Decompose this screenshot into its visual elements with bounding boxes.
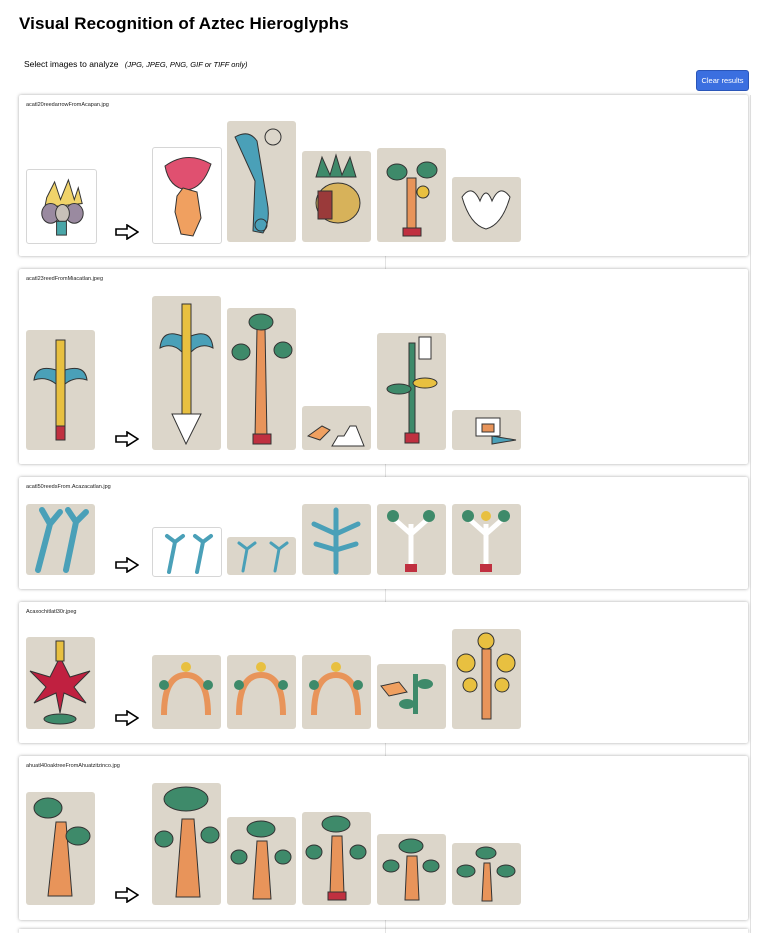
- result-card: Acaxochitlatl30r.jpeg: [19, 602, 748, 743]
- grid-divider: [750, 95, 751, 933]
- arrow-glyph-icon: [234, 128, 282, 234]
- tree-glyph-icon: [33, 797, 91, 897]
- upload-hint: (JPG, JPEG, PNG, GIF or TIFF only): [124, 60, 248, 69]
- tree-glyph-icon: [230, 820, 292, 900]
- match-image[interactable]: [377, 148, 446, 242]
- tree-glyph-icon: [456, 846, 516, 902]
- match-image[interactable]: [377, 664, 446, 729]
- flower-arch-glyph-icon: [234, 662, 288, 716]
- result-filename: acatl20reedarrowFromAcapan.jpg: [26, 102, 109, 108]
- match-image[interactable]: [452, 629, 521, 729]
- match-image[interactable]: [302, 655, 371, 729]
- match-image[interactable]: [452, 504, 521, 575]
- tree-glyph-icon: [305, 815, 367, 901]
- reeds-glyph-icon: [35, 507, 89, 573]
- match-image[interactable]: [227, 308, 296, 450]
- match-image[interactable]: [452, 410, 521, 450]
- plant-glyph-icon: [387, 510, 435, 572]
- reed-arrow-glyph-icon: [159, 303, 214, 446]
- result-card: acatl23reedFromMiacatlan.jpeg: [19, 269, 748, 464]
- match-image[interactable]: [377, 834, 446, 905]
- query-image[interactable]: [26, 330, 95, 450]
- result-filename: ahuatl40oaktreeFromAhuatzitzinco.jpg: [26, 763, 120, 769]
- match-image[interactable]: [302, 504, 371, 575]
- tree-glyph-icon: [382, 838, 440, 901]
- small-reeds-glyph-icon: [237, 541, 289, 573]
- match-image[interactable]: [152, 296, 221, 450]
- clear-results-button[interactable]: Clear results: [696, 70, 749, 91]
- next-result-card-edge: [19, 929, 748, 933]
- match-image[interactable]: [152, 655, 221, 729]
- right-arrow-icon: [115, 887, 139, 903]
- match-image[interactable]: [302, 151, 371, 242]
- right-arrow-icon: [115, 557, 139, 573]
- maize-plant-glyph-icon: [386, 336, 438, 444]
- query-image[interactable]: [26, 792, 95, 905]
- result-filename: acatl23reedFromMiacatlan.jpeg: [26, 276, 104, 282]
- match-image[interactable]: [227, 537, 296, 575]
- tree-glyph-icon: [231, 313, 293, 445]
- match-image[interactable]: [377, 333, 446, 450]
- match-image[interactable]: [227, 817, 296, 905]
- pyramid-hand-glyph-icon: [306, 425, 365, 447]
- reed-glyph-icon: [33, 339, 88, 441]
- right-arrow-icon: [115, 710, 139, 726]
- tree-bird-glyph-icon: [386, 161, 438, 237]
- result-filename: acatl50reedsFrom.Acazacatlan.jpg: [26, 484, 111, 490]
- small-reeds-glyph-icon: [165, 534, 213, 574]
- upload-label[interactable]: Select images to analyze: [24, 59, 119, 69]
- match-image[interactable]: [227, 655, 296, 729]
- flower-glyph-icon: [41, 178, 84, 236]
- right-arrow-icon: [115, 224, 139, 240]
- query-image[interactable]: [26, 637, 95, 729]
- result-card: acatl50reedsFrom.Acazacatlan.jpg: [19, 477, 748, 589]
- hand-plant-glyph-icon: [380, 674, 433, 714]
- match-image[interactable]: [452, 177, 521, 242]
- flower-arch-glyph-icon: [159, 662, 213, 716]
- upload-prompt[interactable]: Select images to analyze (JPG, JPEG, PNG…: [24, 59, 248, 69]
- result-filename: Acaxochitlatl30r.jpeg: [26, 609, 77, 615]
- result-card: acatl20reedarrowFromAcapan.jpg: [19, 95, 748, 256]
- warrior-head-glyph-icon: [315, 153, 361, 224]
- plant-glyph-icon: [462, 510, 510, 572]
- yellow-flower-tree-glyph-icon: [456, 632, 516, 720]
- match-image[interactable]: [377, 504, 446, 575]
- query-image[interactable]: [26, 504, 95, 575]
- match-image[interactable]: [152, 147, 222, 244]
- tree-glyph-icon: [154, 786, 220, 898]
- match-image[interactable]: [152, 527, 222, 577]
- red-flower-glyph-icon: [29, 640, 91, 725]
- page-title: Visual Recognition of Aztec Hieroglyphs: [19, 14, 349, 33]
- right-arrow-icon: [115, 431, 139, 447]
- match-image[interactable]: [302, 406, 371, 450]
- result-card: ahuatl40oaktreeFromAhuatzitzinco.jpg: [19, 756, 748, 920]
- hand-flower-glyph-icon: [164, 157, 212, 237]
- outline-flower-glyph-icon: [461, 190, 511, 230]
- match-image[interactable]: [152, 783, 221, 905]
- match-image[interactable]: [302, 812, 371, 905]
- spiky-plant-glyph-icon: [311, 507, 361, 575]
- temple-glyph-icon: [475, 417, 517, 445]
- match-image[interactable]: [452, 843, 521, 905]
- query-image[interactable]: [26, 169, 97, 244]
- flower-arch-glyph-icon: [309, 662, 363, 716]
- match-image[interactable]: [227, 121, 296, 242]
